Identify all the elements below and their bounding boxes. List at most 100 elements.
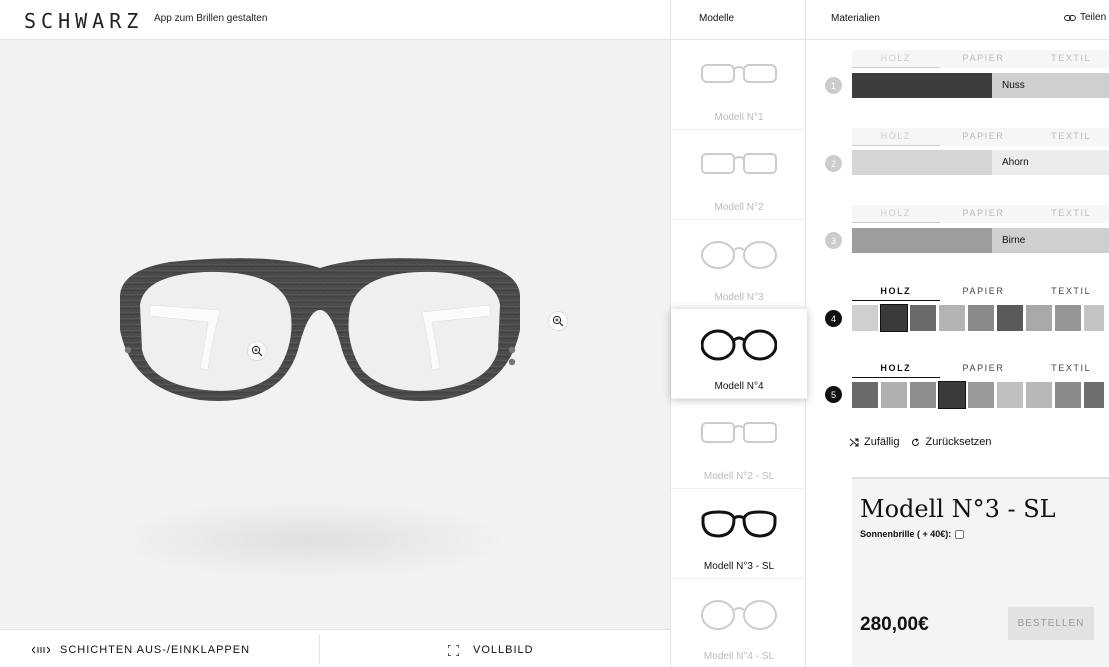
tab-textil[interactable]: TEXTIL (1027, 128, 1109, 146)
reset-icon (912, 437, 920, 446)
tab-papier[interactable]: PAPIER (940, 50, 1028, 68)
sunglasses-checkbox[interactable] (955, 529, 965, 539)
material-swatch[interactable] (852, 382, 878, 408)
model-item-2-sl[interactable]: Modell N°2 - SL (671, 399, 807, 489)
selected-material-bar[interactable]: Birne (852, 228, 1109, 253)
model-label: Modell N°4 - SL (703, 651, 775, 662)
layer-number-badge[interactable]: 5 (825, 386, 842, 403)
reset-label: Zurücksetzen (925, 436, 992, 448)
tab-holz[interactable]: HOLZ (852, 283, 940, 301)
tab-papier[interactable]: PAPIER (940, 360, 1028, 378)
collapse-layers-label: SCHICHTEN AUS-/EINKLAPPEN (60, 644, 251, 656)
glasses-preview (120, 258, 520, 401)
layer-number-badge[interactable]: 1 (825, 77, 842, 94)
material-swatch-row (852, 304, 1104, 332)
brand-logo[interactable]: SCHWARZ (24, 9, 143, 33)
material-tabs: HOLZ PAPIER TEXTIL (852, 283, 1109, 301)
material-swatch[interactable] (939, 305, 965, 331)
glasses-thumbnail-icon (701, 241, 777, 269)
material-actions: Zufällig Zurücksetzen (850, 436, 992, 448)
tab-holz[interactable]: HOLZ (852, 128, 940, 146)
model-item-3[interactable]: Modell N°3 (671, 220, 807, 310)
materials-heading: Materialien (831, 13, 880, 24)
glasses-viewer[interactable] (0, 40, 670, 629)
price: 280,00€ (860, 614, 929, 635)
material-tabs: HOLZ PAPIER TEXTIL (852, 128, 1109, 146)
glasses-thumbnail-icon (701, 510, 777, 538)
glasses-shadow (110, 500, 510, 580)
model-item-3-sl[interactable]: Modell N°3 - SL (671, 489, 807, 579)
material-tabs: HOLZ PAPIER TEXTIL (852, 205, 1109, 223)
sunglasses-label: Sonnenbrille ( + 40€): (860, 529, 952, 539)
reset-button[interactable]: Zurücksetzen (911, 436, 992, 448)
model-item-4-sl[interactable]: Modell N°4 - SL (671, 579, 807, 667)
model-item-1[interactable]: Modell N°1 (671, 40, 807, 130)
tab-textil[interactable]: TEXTIL (1027, 205, 1109, 223)
material-swatch[interactable] (910, 382, 936, 408)
fullscreen-label: VOLLBILD (473, 644, 534, 656)
selected-material-bar[interactable]: Ahorn (852, 150, 1109, 175)
material-name: Birne (992, 228, 1109, 253)
material-swatch[interactable] (1084, 305, 1104, 331)
collapse-icon (32, 646, 50, 654)
selected-model-title: Modell N°3 - SL (860, 495, 1056, 523)
fullscreen-icon (448, 644, 459, 656)
model-label: Modell N°2 (714, 202, 764, 213)
layer-number-badge[interactable]: 4 (825, 310, 842, 327)
app-header: SCHWARZ App zum Brillen gestalten Modell… (0, 0, 1109, 40)
material-tabs: HOLZ PAPIER TEXTIL (852, 360, 1109, 378)
model-item-2[interactable]: Modell N°2 (671, 130, 807, 220)
material-tabs: HOLZ PAPIER TEXTIL (852, 50, 1109, 68)
tab-holz[interactable]: HOLZ (852, 50, 940, 68)
model-label: Modell N°3 - SL (703, 561, 775, 572)
model-item-4[interactable]: Modell N°4 (671, 309, 807, 399)
glasses-thumbnail-icon (701, 64, 777, 83)
tab-papier[interactable]: PAPIER (940, 128, 1028, 146)
fullscreen-button[interactable]: VOLLBILD (448, 644, 534, 656)
material-swatch (852, 150, 992, 175)
material-swatch[interactable] (1055, 305, 1081, 331)
material-name: Ahorn (992, 150, 1109, 175)
tab-holz[interactable]: HOLZ (852, 360, 940, 378)
selected-material-bar[interactable]: Nuss (852, 73, 1109, 98)
layer-number-badge[interactable]: 2 (825, 155, 842, 172)
order-summary: Modell N°3 - SL Sonnenbrille ( + 40€): 2… (852, 477, 1109, 667)
material-swatch-row (852, 381, 1104, 409)
model-label: Modell N°4 (714, 381, 764, 392)
models-column-header: Modelle (670, 0, 806, 40)
material-swatch[interactable] (881, 382, 907, 408)
material-swatch[interactable] (910, 305, 936, 331)
collapse-layers-button[interactable]: SCHICHTEN AUS-/EINKLAPPEN (32, 644, 250, 656)
tab-textil[interactable]: TEXTIL (1027, 360, 1109, 378)
material-swatch[interactable] (968, 305, 994, 331)
random-button[interactable]: Zufällig (850, 436, 899, 448)
tab-holz[interactable]: HOLZ (852, 205, 940, 223)
share-button[interactable]: Teilen (1064, 12, 1106, 23)
material-swatch[interactable] (880, 304, 908, 332)
material-swatch[interactable] (997, 382, 1023, 408)
glasses-thumbnail-icon (701, 422, 777, 443)
material-swatch[interactable] (968, 382, 994, 408)
link-icon (1064, 14, 1076, 21)
glasses-thumbnail-icon (701, 329, 777, 361)
tab-textil[interactable]: TEXTIL (1027, 283, 1109, 301)
zoom-in-icon (552, 315, 564, 327)
material-swatch[interactable] (1055, 382, 1081, 408)
material-swatch[interactable] (1084, 382, 1104, 408)
app-tagline: App zum Brillen gestalten (154, 13, 268, 24)
material-swatch[interactable] (938, 381, 966, 409)
layer-number-badge[interactable]: 3 (825, 232, 842, 249)
material-swatch[interactable] (852, 305, 878, 331)
share-label: Teilen (1080, 12, 1107, 23)
material-swatch[interactable] (1026, 382, 1052, 408)
model-label: Modell N°3 (714, 292, 764, 303)
model-label: Modell N°1 (714, 112, 764, 123)
order-button[interactable]: BESTELLEN (1008, 607, 1094, 640)
zoom-hotspot-temple[interactable] (549, 312, 567, 330)
tab-papier[interactable]: PAPIER (940, 283, 1028, 301)
tab-papier[interactable]: PAPIER (940, 205, 1028, 223)
tab-textil[interactable]: TEXTIL (1027, 50, 1109, 68)
material-swatch[interactable] (997, 305, 1023, 331)
zoom-hotspot-lens[interactable] (248, 342, 266, 360)
material-swatch[interactable] (1026, 305, 1052, 331)
